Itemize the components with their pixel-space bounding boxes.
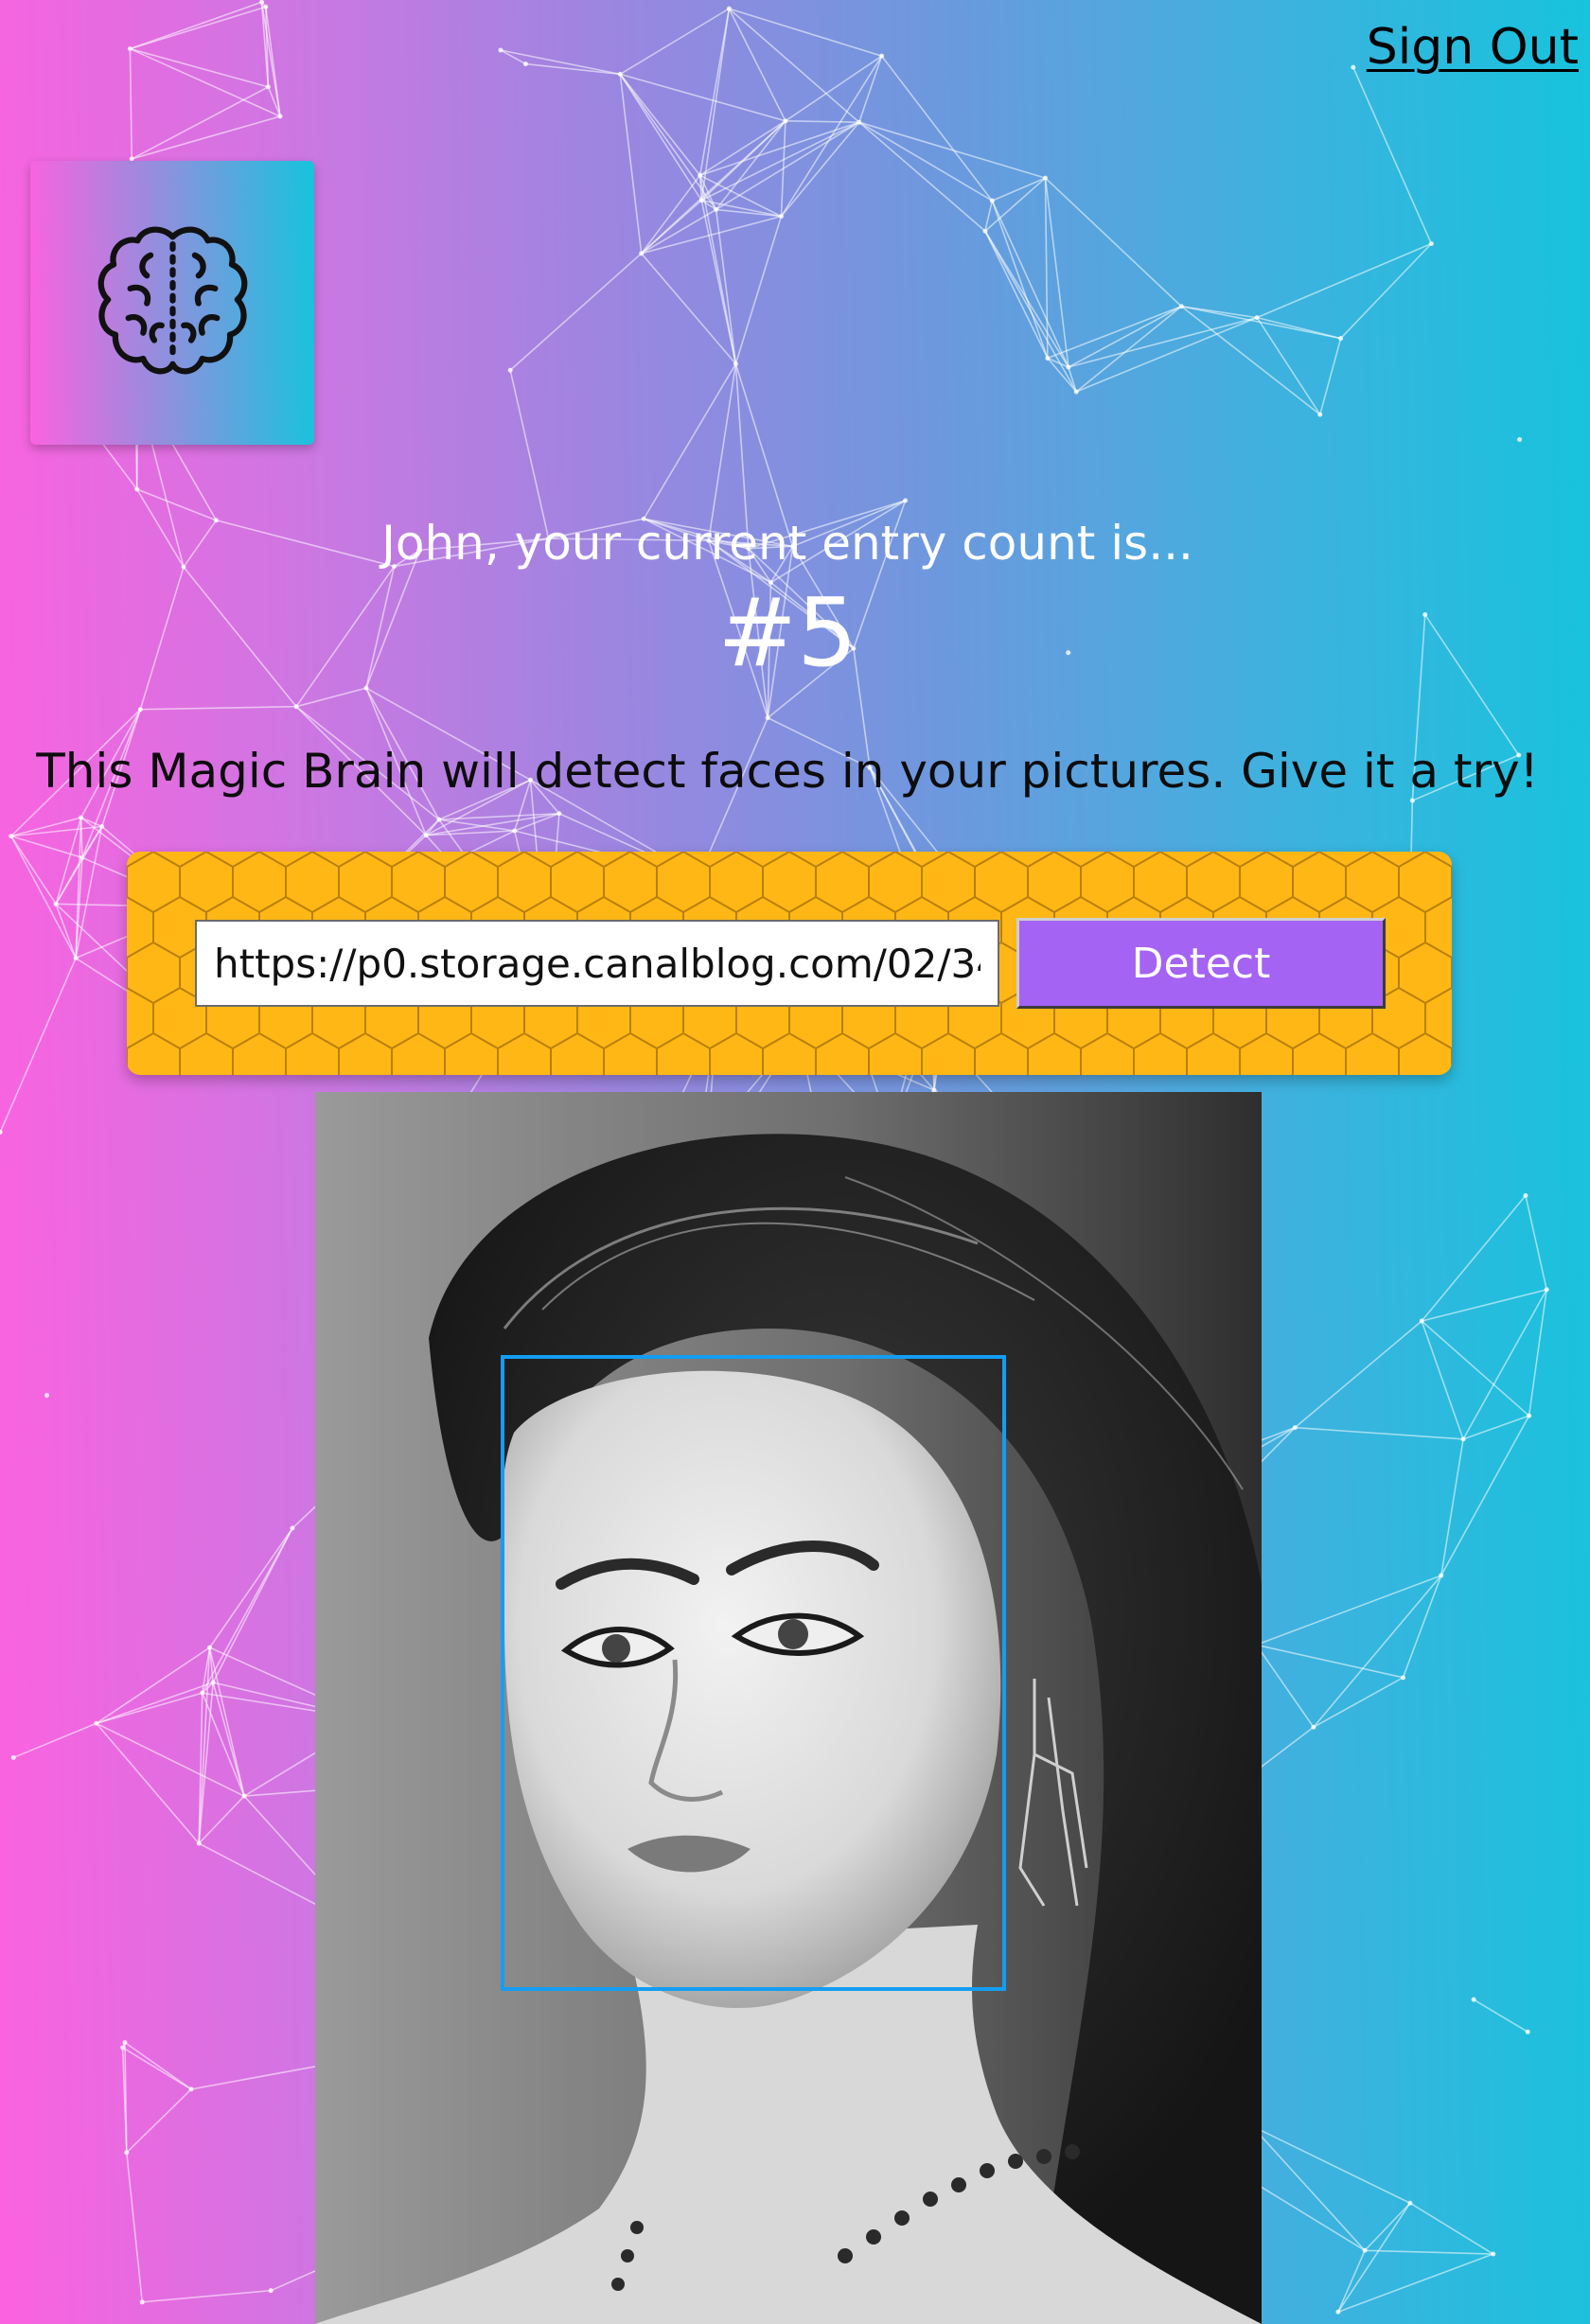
rank-message: John, your current entry count is... — [381, 516, 1193, 571]
image-url-input[interactable] — [195, 920, 999, 1007]
sign-out-link[interactable]: Sign Out — [1367, 19, 1579, 76]
brain-icon — [97, 226, 247, 374]
detect-button[interactable]: Detect — [1016, 918, 1386, 1009]
intro-text: This Magic Brain will detect faces in yo… — [36, 744, 1539, 799]
logo-tile — [30, 161, 314, 445]
rank-count: #5 — [717, 577, 857, 688]
face-bounding-box — [501, 1355, 1006, 1991]
image-url-form: Detect — [127, 852, 1452, 1075]
